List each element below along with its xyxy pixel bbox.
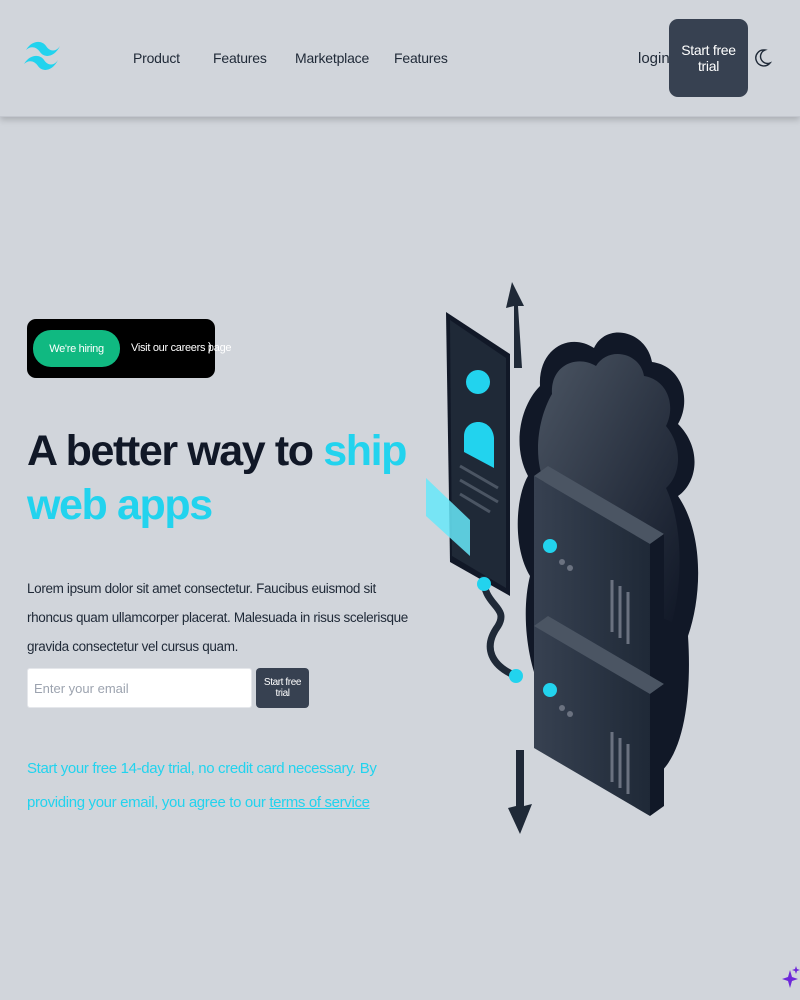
cloud-server-illustration bbox=[426, 282, 699, 834]
hero-description: Lorem ipsum dolor sit amet consectetur. … bbox=[27, 581, 408, 654]
careers-badge[interactable]: We're hiring Visit our careers page ) bbox=[27, 319, 232, 378]
nav-features-2[interactable]: Features bbox=[394, 50, 448, 66]
terms-link[interactable]: terms of service bbox=[269, 794, 370, 811]
sparkle-icon[interactable] bbox=[780, 964, 800, 994]
chevron-right-icon: ) bbox=[208, 341, 212, 353]
moon-icon[interactable] bbox=[754, 48, 772, 68]
site-header: Product Features Marketplace Features lo… bbox=[0, 0, 800, 117]
hiring-tag: We're hiring bbox=[33, 330, 120, 367]
headline-text: A better way to bbox=[27, 427, 324, 475]
nav-features[interactable]: Features bbox=[213, 50, 267, 66]
start-trial-button[interactable]: Start free trial bbox=[669, 19, 748, 97]
trial-disclaimer: Start your free 14-day trial, no credit … bbox=[27, 752, 407, 820]
login-link[interactable]: login bbox=[638, 50, 670, 67]
hero-headline: A better way to ship web apps bbox=[27, 424, 407, 532]
careers-link-text: Visit our careers page bbox=[131, 342, 232, 354]
email-submit-button[interactable]: Start free trial bbox=[256, 668, 309, 708]
nav-product[interactable]: Product bbox=[133, 50, 180, 66]
email-input[interactable] bbox=[27, 668, 252, 708]
logo-icon[interactable] bbox=[22, 34, 62, 80]
nav-marketplace[interactable]: Marketplace bbox=[295, 50, 369, 66]
